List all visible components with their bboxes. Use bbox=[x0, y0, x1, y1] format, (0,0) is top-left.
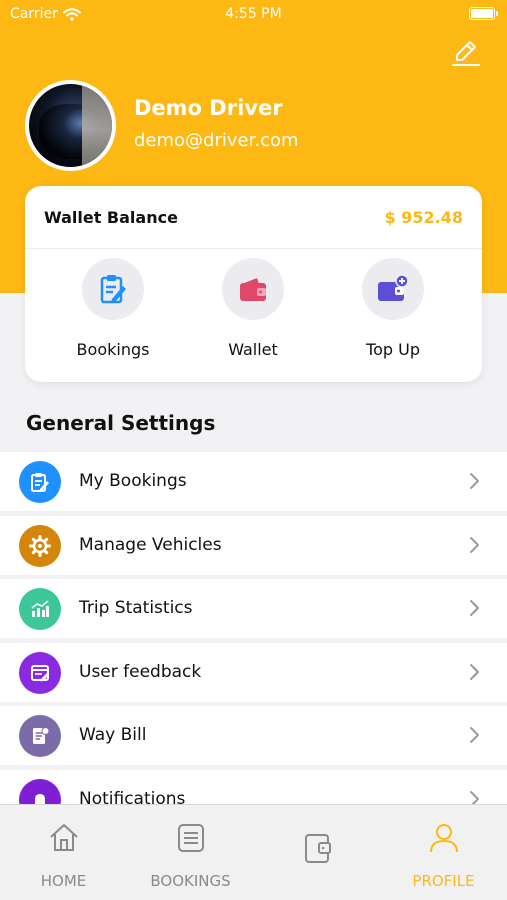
trip-statistics-icon-circle bbox=[19, 588, 61, 630]
tab-home[interactable]: HOME bbox=[0, 805, 127, 900]
feedback-icon bbox=[31, 664, 49, 681]
wallet-card: Wallet Balance $ 952.48 Bookings Wallet bbox=[25, 186, 482, 382]
top-up-action-button[interactable]: Top Up bbox=[333, 258, 453, 368]
way-bill-icon-circle bbox=[19, 715, 61, 757]
wallet-action-label: Wallet bbox=[228, 340, 278, 359]
status-bar: Carrier 4:55 PM bbox=[0, 0, 507, 28]
wallet-action-circle bbox=[222, 258, 284, 320]
wallet-action-button[interactable]: Wallet bbox=[193, 258, 313, 368]
edit-profile-button[interactable] bbox=[449, 36, 483, 70]
wallet-icon bbox=[304, 834, 331, 863]
profile-email: demo@driver.com bbox=[134, 130, 299, 151]
top-up-icon bbox=[378, 274, 409, 301]
settings-row-my-bookings[interactable]: My Bookings bbox=[0, 452, 507, 511]
tab-wallet[interactable] bbox=[254, 805, 381, 900]
chevron-right-icon bbox=[470, 536, 479, 553]
tab-profile-label: PROFILE bbox=[412, 872, 475, 890]
wallet-balance-title: Wallet Balance bbox=[44, 208, 178, 227]
profile-name: Demo Driver bbox=[134, 96, 283, 120]
chevron-right-icon bbox=[470, 727, 479, 743]
tab-home-label: HOME bbox=[40, 872, 87, 890]
home-icon bbox=[49, 824, 78, 851]
trip-statistics-label: Trip Statistics bbox=[79, 598, 193, 618]
status-time: 4:55 PM bbox=[225, 6, 282, 22]
chevron-right-icon bbox=[470, 600, 479, 616]
user-feedback-label: User feedback bbox=[79, 661, 202, 682]
battery-icon bbox=[469, 7, 498, 20]
tab-bar: HOME BOOKINGS PROFILE bbox=[0, 804, 507, 900]
settings-list: My Bookings Manage Vehicles Trip Statist… bbox=[0, 452, 507, 833]
bookings-action-button[interactable]: Bookings bbox=[53, 258, 173, 368]
way-bill-label: Way Bill bbox=[79, 725, 147, 745]
settings-row-user-feedback[interactable]: User feedback bbox=[0, 642, 507, 702]
waybill-icon bbox=[33, 727, 50, 744]
tab-bookings[interactable]: BOOKINGS bbox=[127, 805, 254, 900]
chart-icon bbox=[31, 600, 49, 617]
list-icon bbox=[177, 824, 204, 852]
top-up-action-circle bbox=[362, 258, 424, 320]
manage-vehicles-label: Manage Vehicles bbox=[79, 534, 222, 555]
person-icon bbox=[429, 824, 458, 853]
my-bookings-label: My Bookings bbox=[79, 471, 187, 491]
settings-row-trip-statistics[interactable]: Trip Statistics bbox=[0, 579, 507, 638]
bookings-action-label: Bookings bbox=[76, 340, 150, 359]
top-up-action-label: Top Up bbox=[366, 340, 420, 359]
pencil-icon bbox=[452, 41, 480, 66]
user-feedback-icon-circle bbox=[19, 651, 61, 694]
settings-row-way-bill[interactable]: Way Bill bbox=[0, 706, 507, 765]
gear-icon bbox=[29, 534, 51, 557]
wallet-balance-amount: $ 952.48 bbox=[384, 208, 463, 227]
settings-row-manage-vehicles[interactable]: Manage Vehicles bbox=[0, 515, 507, 575]
general-settings-title: General Settings bbox=[26, 411, 216, 435]
my-bookings-icon-circle bbox=[19, 461, 61, 503]
bookings-clipboard-icon bbox=[100, 275, 126, 304]
tab-profile[interactable]: PROFILE bbox=[380, 805, 507, 900]
avatar[interactable] bbox=[25, 80, 116, 171]
tab-bookings-label: BOOKINGS bbox=[150, 872, 231, 890]
chevron-right-icon bbox=[470, 663, 479, 680]
bookings-action-circle bbox=[82, 258, 144, 320]
clipboard-icon bbox=[31, 473, 49, 492]
chevron-right-icon bbox=[470, 473, 479, 489]
divider bbox=[25, 248, 482, 249]
wallet-icon bbox=[240, 278, 266, 301]
manage-vehicles-icon-circle bbox=[19, 524, 61, 567]
